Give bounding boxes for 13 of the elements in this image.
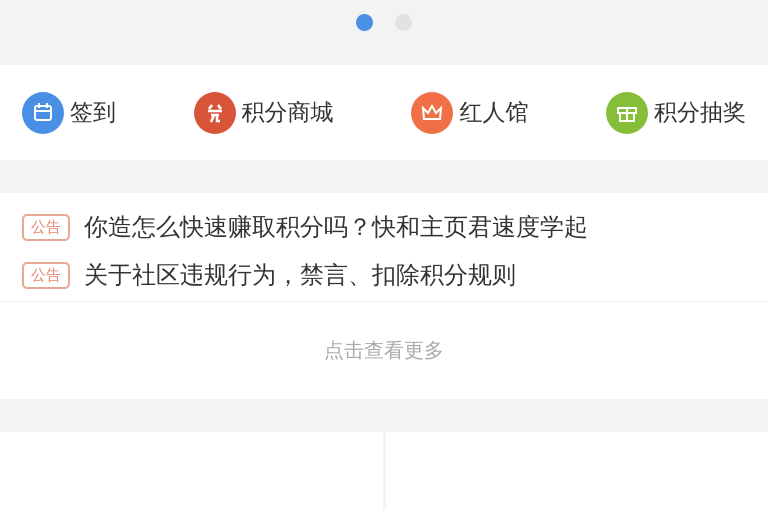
notice-link[interactable]: 关于社区违规行为，禁言、扣除积分规则: [84, 259, 516, 291]
gift-icon[interactable]: [606, 92, 648, 134]
shortcut-label[interactable]: 红人馆: [459, 97, 528, 128]
crown-icon[interactable]: [411, 92, 454, 134]
exchange-icon[interactable]: [194, 92, 236, 134]
shortcut-label[interactable]: 积分商城: [242, 97, 334, 128]
carousel-dot[interactable]: [356, 14, 373, 31]
shortcut-label[interactable]: 签到: [70, 97, 116, 128]
calendar-icon[interactable]: [22, 92, 64, 134]
notice-link[interactable]: 你造怎么快速赚取积分吗？快和主页君速度学起: [84, 211, 588, 243]
notice-tag: 公告: [22, 262, 70, 288]
shortcut-label[interactable]: 积分抽奖: [654, 97, 746, 128]
notice-tag: 公告: [22, 214, 70, 240]
